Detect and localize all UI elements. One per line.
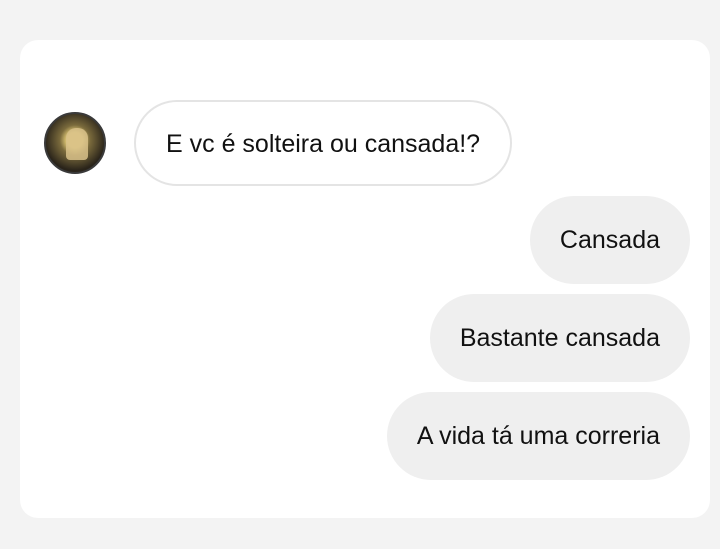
sender-avatar[interactable] [44, 112, 106, 174]
outgoing-message-row: A vida tá uma correria [386, 392, 690, 480]
outgoing-message-bubble[interactable]: Cansada [529, 196, 690, 284]
outgoing-message-row: Bastante cansada [429, 294, 690, 382]
outgoing-message-bubble[interactable]: Bastante cansada [429, 294, 690, 382]
outgoing-message-bubble[interactable]: A vida tá uma correria [386, 392, 690, 480]
outgoing-message-row: Cansada [529, 196, 690, 284]
incoming-message-bubble[interactable]: E vc é solteira ou cansada!? [134, 100, 513, 186]
incoming-message-row: E vc é solteira ou cansada!? [44, 100, 513, 186]
avatar-photo-icon [66, 128, 88, 160]
